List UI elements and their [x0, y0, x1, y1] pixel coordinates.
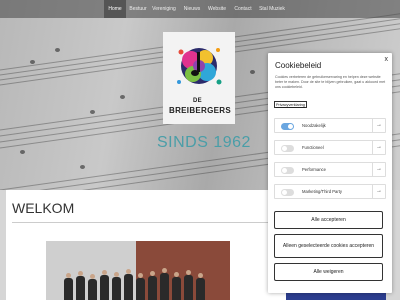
music-note — [20, 150, 25, 154]
reject-all-button[interactable]: Alle weigeren — [274, 263, 383, 281]
toggle-switch[interactable] — [281, 166, 294, 174]
arrow-right-icon[interactable]: → — [372, 163, 385, 177]
cookie-category-functional[interactable]: Functioneel → — [274, 140, 386, 155]
arrow-right-icon[interactable]: → — [372, 185, 385, 199]
music-note — [30, 60, 35, 64]
logo-text-de: DE — [193, 98, 202, 104]
hero-tagline: SINDS 1962 — [157, 134, 251, 151]
person — [184, 270, 193, 300]
accept-selected-button[interactable]: Alleen geselecteerde cookies accepteren — [274, 234, 383, 258]
toggle-switch[interactable] — [281, 144, 294, 152]
cookie-category-marketing[interactable]: Marketing/Third Party → — [274, 184, 386, 199]
person — [196, 273, 205, 300]
person — [136, 273, 145, 300]
music-note — [55, 48, 60, 52]
page-heading: WELKOM — [12, 200, 75, 216]
person — [88, 274, 97, 300]
category-label: Functioneel — [302, 145, 324, 150]
category-label: Marketing/Third Party — [302, 189, 343, 194]
site-logo[interactable]: DE BREIBERGERS — [163, 32, 235, 124]
person — [64, 273, 73, 300]
music-note — [90, 110, 95, 114]
person — [172, 272, 181, 300]
nav-item-contact[interactable]: Contact — [231, 0, 255, 18]
cookie-dialog: x Cookiebeleid Cookies verbeteren de geb… — [268, 53, 392, 293]
close-icon[interactable]: x — [385, 56, 389, 63]
music-note — [120, 95, 125, 99]
cookie-description: Cookies verbeteren de gebruikerservaring… — [275, 75, 386, 90]
music-note — [80, 165, 85, 169]
arrow-right-icon[interactable]: → — [372, 119, 385, 133]
nav-item-nieuws[interactable]: Nieuws — [180, 0, 204, 18]
nav-item-bestuur[interactable]: Bestuur — [127, 0, 149, 18]
cookie-category-necessary[interactable]: Noodzakelijk → — [274, 118, 386, 133]
toggle-switch[interactable] — [281, 188, 294, 196]
accept-all-button[interactable]: Alle accepteren — [274, 211, 383, 229]
nav-item-website[interactable]: Website — [205, 0, 229, 18]
person — [160, 268, 169, 300]
cookie-category-performance[interactable]: Performance → — [274, 162, 386, 177]
person — [100, 270, 109, 300]
nav-item-stal-muziek[interactable]: Stal Muziek — [258, 0, 286, 18]
privacy-link[interactable]: Privacyverklaring — [274, 101, 307, 108]
nav-item-home[interactable]: Home — [104, 0, 126, 18]
person — [112, 272, 121, 300]
heading-divider — [12, 222, 274, 223]
paint-splash-icon — [177, 48, 222, 85]
arrow-right-icon[interactable]: → — [372, 141, 385, 155]
person — [124, 269, 133, 300]
person — [76, 271, 85, 300]
category-label: Noodzakelijk — [302, 123, 326, 128]
music-note — [250, 70, 255, 74]
category-label: Performance — [302, 167, 326, 172]
toggle-switch[interactable] — [281, 122, 294, 130]
cookie-title: Cookiebeleid — [275, 61, 322, 70]
person — [148, 271, 157, 300]
group-photo — [46, 241, 230, 300]
top-nav: Home Bestuur Vereniging Nieuws Website C… — [0, 0, 400, 18]
logo-text-breibergers: BREIBERGERS — [169, 106, 231, 115]
nav-item-vereniging[interactable]: Vereniging — [150, 0, 178, 18]
